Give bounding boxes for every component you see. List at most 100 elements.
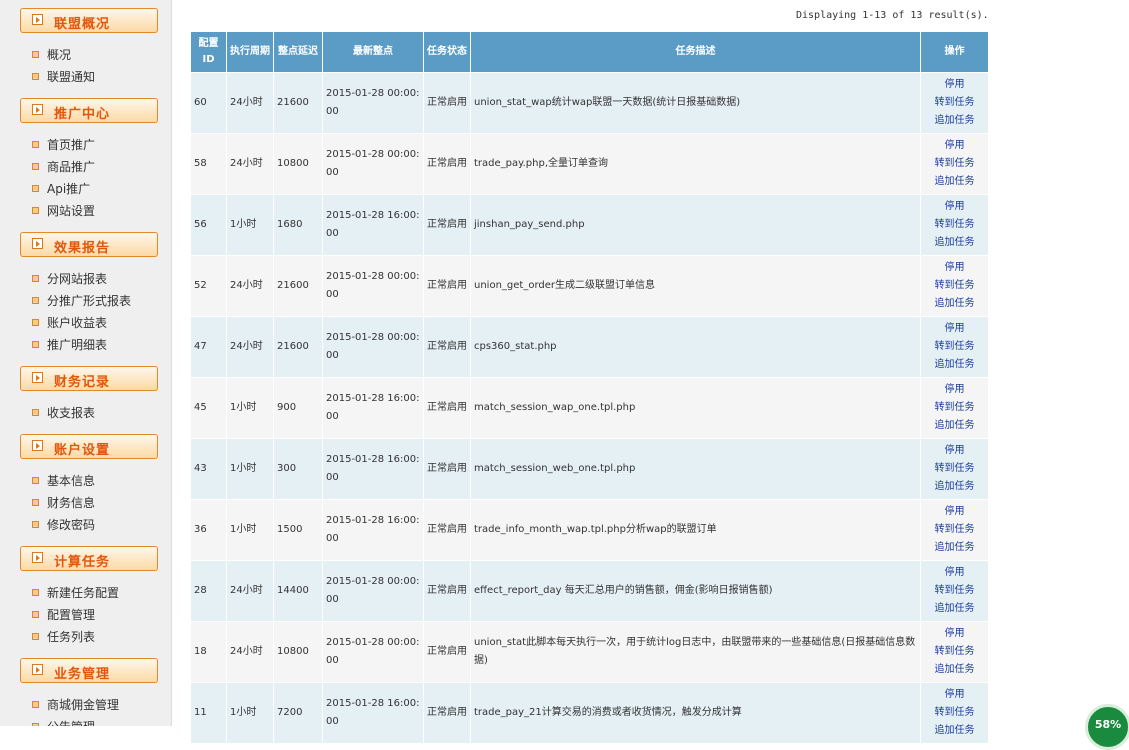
goto-task-link[interactable]: 转到任务 bbox=[924, 582, 985, 600]
bullet-icon bbox=[32, 409, 39, 416]
sidebar: 联盟概况概况联盟通知推广中心首页推广商品推广 Api推广网站设置效果报告分网站报表… bbox=[0, 0, 172, 726]
sidebar-nav-label: 联盟通知 bbox=[47, 70, 96, 84]
progress-badge[interactable]: 58% bbox=[1085, 704, 1129, 750]
disable-link[interactable]: 停用 bbox=[924, 625, 985, 643]
disable-link[interactable]: 停用 bbox=[924, 503, 985, 521]
disable-link[interactable]: 停用 bbox=[924, 137, 985, 155]
delay-cell: 7200 bbox=[273, 682, 323, 744]
sidebar-section-header[interactable]: 账户设置 bbox=[20, 434, 158, 459]
append-task-link[interactable]: 追加任务 bbox=[924, 417, 985, 435]
sidebar-section-header[interactable]: 业务管理 bbox=[20, 658, 158, 683]
bullet-icon bbox=[32, 297, 39, 304]
goto-task-link[interactable]: 转到任务 bbox=[924, 521, 985, 539]
sidebar-nav-item[interactable]: 财务信息 bbox=[32, 494, 95, 512]
config-id-cell[interactable]: 52 bbox=[190, 255, 227, 317]
sidebar-nav-item[interactable]: 收支报表 bbox=[32, 404, 95, 422]
append-task-link[interactable]: 追加任务 bbox=[924, 295, 985, 313]
goto-task-link[interactable]: 转到任务 bbox=[924, 338, 985, 356]
goto-task-link[interactable]: 转到任务 bbox=[924, 399, 985, 417]
sidebar-section-header[interactable]: 财务记录 bbox=[20, 366, 158, 391]
sidebar-nav-item[interactable]: 首页推广 bbox=[32, 136, 95, 154]
play-arrow-icon bbox=[32, 14, 43, 25]
sidebar-nav-item[interactable]: 修改密码 bbox=[32, 516, 95, 534]
config-id-cell[interactable]: 58 bbox=[190, 133, 227, 195]
disable-link[interactable]: 停用 bbox=[924, 686, 985, 704]
config-id-cell[interactable]: 28 bbox=[190, 560, 227, 622]
append-task-link[interactable]: 追加任务 bbox=[924, 356, 985, 374]
sidebar-section-header[interactable]: 计算任务 bbox=[20, 546, 158, 571]
sidebar-nav-item[interactable]: 账户收益表 bbox=[32, 314, 107, 332]
sidebar-nav-item[interactable]: 联盟通知 bbox=[32, 68, 95, 86]
sidebar-nav-item[interactable]: 商品推广 bbox=[32, 158, 95, 176]
bullet-icon bbox=[32, 319, 39, 326]
sidebar-nav-item[interactable]: 公告管理 bbox=[32, 718, 95, 726]
append-task-link[interactable]: 追加任务 bbox=[924, 112, 985, 130]
config-id-cell[interactable]: 11 bbox=[190, 682, 227, 744]
bullet-icon bbox=[32, 701, 39, 708]
sidebar-nav-item[interactable]: 基本信息 bbox=[32, 472, 95, 490]
col-header-time[interactable]: 最新整点 bbox=[322, 31, 424, 73]
config-id-cell[interactable]: 56 bbox=[190, 194, 227, 256]
result-count: Displaying 1-13 of 13 result(s). bbox=[796, 10, 989, 21]
config-id-cell[interactable]: 45 bbox=[190, 377, 227, 439]
sidebar-section-header[interactable]: 推广中心 bbox=[20, 98, 158, 123]
sidebar-nav-item[interactable]: 推广明细表 bbox=[32, 336, 107, 354]
disable-link[interactable]: 停用 bbox=[924, 442, 985, 460]
description-cell: trade_info_month_wap.tpl.php分析wap的联盟订单 bbox=[470, 499, 921, 561]
config-id-cell[interactable]: 43 bbox=[190, 438, 227, 500]
sidebar-nav-item[interactable]: 配置管理 bbox=[32, 606, 95, 624]
sidebar-nav-label: 账户收益表 bbox=[47, 316, 108, 330]
config-id-cell[interactable]: 18 bbox=[190, 621, 227, 683]
table-row: 18 24小时 10800 2015-01-28 00:00:00 正常启用 union_… bbox=[190, 621, 989, 683]
col-header-delay[interactable]: 整点延迟 bbox=[273, 31, 323, 73]
append-task-link[interactable]: 追加任务 bbox=[924, 234, 985, 252]
sidebar-nav-label: Api推广 bbox=[47, 182, 91, 196]
sidebar-nav-item[interactable]: 分推广形式报表 bbox=[32, 292, 131, 310]
disable-link[interactable]: 停用 bbox=[924, 76, 985, 94]
goto-task-link[interactable]: 转到任务 bbox=[924, 643, 985, 661]
col-header-desc[interactable]: 任务描述 bbox=[470, 31, 921, 73]
disable-link[interactable]: 停用 bbox=[924, 198, 985, 216]
sidebar-nav-item[interactable]: 网站设置 bbox=[32, 202, 95, 220]
goto-task-link[interactable]: 转到任务 bbox=[924, 277, 985, 295]
disable-link[interactable]: 停用 bbox=[924, 381, 985, 399]
sidebar-nav-item[interactable]: 新建任务配置 bbox=[32, 584, 119, 602]
append-task-link[interactable]: 追加任务 bbox=[924, 661, 985, 679]
append-task-link[interactable]: 追加任务 bbox=[924, 539, 985, 557]
sidebar-nav-item[interactable]: 分网站报表 bbox=[32, 270, 107, 288]
sidebar-section-header[interactable]: 联盟概况 bbox=[20, 8, 158, 33]
goto-task-link[interactable]: 转到任务 bbox=[924, 94, 985, 112]
sidebar-nav-label: 分推广形式报表 bbox=[47, 294, 132, 308]
sidebar-nav-item[interactable]: Api推广 bbox=[32, 180, 90, 198]
sidebar-nav-item[interactable]: 概况 bbox=[32, 46, 71, 64]
table-row: 52 24小时 21600 2015-01-28 00:00:00 正常启用 union_… bbox=[190, 255, 989, 317]
disable-link[interactable]: 停用 bbox=[924, 564, 985, 582]
latest-time-cell: 2015-01-28 16:00:00 bbox=[322, 682, 424, 744]
sidebar-section-title: 财务记录 bbox=[54, 375, 111, 390]
delay-cell: 1500 bbox=[273, 499, 323, 561]
col-header-status[interactable]: 任务状态 bbox=[423, 31, 471, 73]
col-header-id[interactable]: 配置ID bbox=[190, 31, 227, 73]
sidebar-nav-item[interactable]: 任务列表 bbox=[32, 628, 95, 646]
bullet-icon bbox=[32, 51, 39, 58]
append-task-link[interactable]: 追加任务 bbox=[924, 722, 985, 740]
sidebar-nav-item[interactable]: 商城佣金管理 bbox=[32, 696, 119, 714]
append-task-link[interactable]: 追加任务 bbox=[924, 173, 985, 191]
disable-link[interactable]: 停用 bbox=[924, 320, 985, 338]
config-id-cell[interactable]: 47 bbox=[190, 316, 227, 378]
config-id-cell[interactable]: 36 bbox=[190, 499, 227, 561]
latest-time-cell: 2015-01-28 00:00:00 bbox=[322, 560, 424, 622]
append-task-link[interactable]: 追加任务 bbox=[924, 478, 985, 496]
latest-time-cell: 2015-01-28 16:00:00 bbox=[322, 499, 424, 561]
append-task-link[interactable]: 追加任务 bbox=[924, 600, 985, 618]
table-row: 60 24小时 21600 2015-01-28 00:00:00 正常启用 union_… bbox=[190, 72, 989, 134]
sidebar-section-title: 账户设置 bbox=[54, 443, 111, 458]
config-id-cell[interactable]: 60 bbox=[190, 72, 227, 134]
goto-task-link[interactable]: 转到任务 bbox=[924, 704, 985, 722]
col-header-cycle[interactable]: 执行周期 bbox=[226, 31, 274, 73]
goto-task-link[interactable]: 转到任务 bbox=[924, 155, 985, 173]
goto-task-link[interactable]: 转到任务 bbox=[924, 460, 985, 478]
goto-task-link[interactable]: 转到任务 bbox=[924, 216, 985, 234]
sidebar-section-header[interactable]: 效果报告 bbox=[20, 232, 158, 257]
disable-link[interactable]: 停用 bbox=[924, 259, 985, 277]
